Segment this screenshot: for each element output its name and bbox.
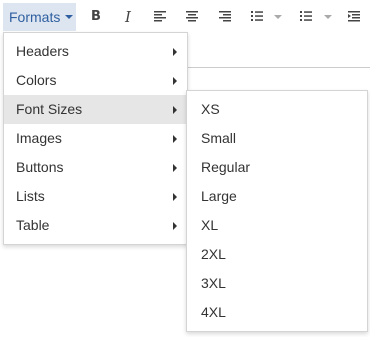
numbered-list-dropdown-icon[interactable] xyxy=(324,15,332,19)
bold-icon[interactable]: B xyxy=(86,7,106,27)
italic-icon[interactable]: I xyxy=(118,7,138,27)
formats-button[interactable]: Formats xyxy=(3,3,76,31)
bullet-list-icon[interactable] xyxy=(247,7,267,27)
menu-item-images[interactable]: Images xyxy=(4,124,187,153)
chevron-right-icon xyxy=(173,48,177,56)
formats-label: Formats xyxy=(9,9,61,25)
align-center-icon[interactable] xyxy=(182,7,202,27)
numbered-list-icon[interactable] xyxy=(296,7,316,27)
chevron-right-icon xyxy=(173,193,177,201)
menu-item-label: Headers xyxy=(16,43,69,59)
font-size-3xl[interactable]: 3XL xyxy=(187,269,367,298)
menu-item-buttons[interactable]: Buttons xyxy=(4,153,187,182)
bullet-list-dropdown-icon[interactable] xyxy=(274,15,282,19)
menu-item-headers[interactable]: Headers xyxy=(4,37,187,66)
font-size-2xl[interactable]: 2XL xyxy=(187,240,367,269)
font-size-small[interactable]: Small xyxy=(187,124,367,153)
menu-item-colors[interactable]: Colors xyxy=(4,66,187,95)
menu-item-label: Font Sizes xyxy=(16,101,83,117)
editor-divider xyxy=(180,67,370,68)
font-sizes-submenu: XS Small Regular Large XL 2XL 3XL 4XL xyxy=(186,90,368,332)
chevron-right-icon xyxy=(173,164,177,172)
font-size-regular[interactable]: Regular xyxy=(187,153,367,182)
menu-item-table[interactable]: Table xyxy=(4,211,187,240)
chevron-right-icon xyxy=(173,135,177,143)
menu-item-label: Table xyxy=(16,217,50,233)
menu-item-label: Buttons xyxy=(16,159,64,175)
font-size-4xl[interactable]: 4XL xyxy=(187,298,367,327)
menu-item-lists[interactable]: Lists xyxy=(4,182,187,211)
align-left-icon[interactable] xyxy=(150,7,170,27)
font-size-large[interactable]: Large xyxy=(187,182,367,211)
menu-item-label: Images xyxy=(16,130,62,146)
caret-down-icon xyxy=(65,15,73,19)
chevron-right-icon xyxy=(173,222,177,230)
indent-icon[interactable] xyxy=(344,7,364,27)
menu-item-label: Colors xyxy=(16,72,57,88)
menu-item-font-sizes[interactable]: Font Sizes xyxy=(4,95,187,124)
align-right-icon[interactable] xyxy=(215,7,235,27)
chevron-right-icon xyxy=(173,77,177,85)
menu-item-label: Lists xyxy=(16,188,45,204)
font-size-xs[interactable]: XS xyxy=(187,95,367,124)
editor-toolbar: Formats B I xyxy=(0,0,370,34)
chevron-right-icon xyxy=(173,106,177,114)
font-size-xl[interactable]: XL xyxy=(187,211,367,240)
formats-dropdown-menu: Headers Colors Font Sizes Images Buttons… xyxy=(3,32,188,245)
